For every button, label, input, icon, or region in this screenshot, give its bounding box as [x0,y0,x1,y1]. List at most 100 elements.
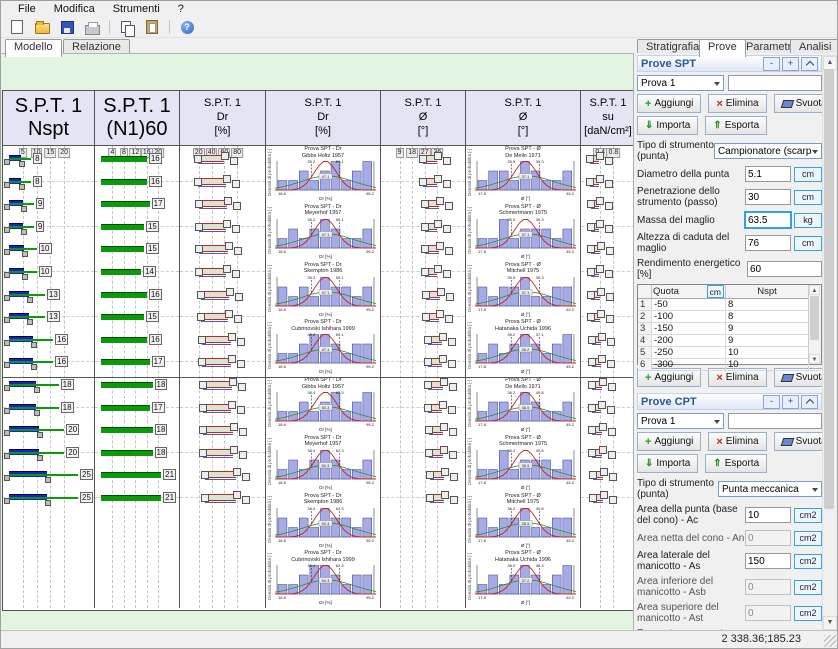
range-underline [593,502,603,503]
cpt-aggiungi-button[interactable]: +Aggiungi [637,432,701,451]
table-cell[interactable]: 9 [726,323,809,334]
svg-text:35.2: 35.2 [307,217,316,222]
range-marker [226,288,234,296]
help-button[interactable]: ? [176,18,198,37]
group-minus-button[interactable]: - [763,395,780,409]
svg-text:62.3: 62.3 [336,390,345,395]
range-marker [605,270,613,278]
range-underline [199,231,226,232]
spt-esporta-button[interactable]: ⇑Esporta [705,116,767,135]
spt-prova-name-input[interactable] [728,75,822,91]
paste-button[interactable] [141,18,163,37]
table-cell[interactable]: -200 [652,335,726,346]
chart-column-header: S.P.T. 1Dr[%] [180,91,265,146]
table-cell[interactable]: -150 [652,323,726,334]
spt-tipo-select[interactable]: Campionatore (scarpa ta [714,143,822,159]
nspt-line [9,339,53,341]
svg-text:36.2: 36.2 [507,448,516,453]
svg-text:38.3: 38.3 [536,563,545,568]
range-marker [239,428,247,436]
prove-cpt-header[interactable]: Prove CPT - + [637,393,822,410]
range-underline [428,366,442,367]
altezza-caduta-input[interactable] [745,235,791,251]
spt-aggiungi-button[interactable]: +Aggiungi [637,94,701,113]
group-collapse-button[interactable] [801,395,818,409]
cpt-importa-button[interactable]: ⇓Importa [637,454,698,473]
spt-prova-select[interactable]: Prova 1 [637,75,724,91]
cpt-elimina-button[interactable]: ×Elimina [708,432,766,451]
rendimento-input[interactable] [747,261,822,277]
range-underline [429,434,443,435]
panel-scrollbar[interactable]: ▲ ▼ [822,55,838,631]
table-cell[interactable]: 9 [726,335,809,346]
spt-table-scrollbar[interactable]: ▲ ▼ [808,285,821,364]
spt-elimina-button[interactable]: ×Elimina [708,94,766,113]
diametro-punta-input[interactable] [745,166,791,182]
tab-prove[interactable]: Prove [699,39,746,57]
table-cell[interactable]: 8 [726,299,809,310]
table-cell[interactable]: -250 [652,347,726,358]
menu-file[interactable]: File [9,2,45,16]
distribution-plot-svg: 35.259.147.118.695.2Dr [%] [275,217,376,259]
field-label: Tipo di strumento (punta) [637,478,718,500]
svg-text:47.1: 47.1 [322,289,331,294]
svg-text:18.6: 18.6 [278,480,287,485]
scroll-up-icon[interactable]: ▲ [823,56,837,70]
axis-tick-label: 18 [406,148,418,158]
table-cell[interactable]: 8 [726,311,809,322]
penetrazione-input[interactable] [745,189,791,205]
range-marker [242,473,250,481]
print-button[interactable] [81,18,103,37]
range-marker [608,451,616,459]
massa-maglio-input[interactable] [745,212,791,228]
group-minus-button[interactable]: - [763,57,780,71]
svg-text:18.6: 18.6 [278,538,287,543]
svg-text:50.3: 50.3 [322,405,331,410]
range-marker [606,293,614,301]
scroll-up-icon[interactable]: ▲ [809,285,820,295]
svg-text:37.1: 37.1 [522,174,531,179]
area-punta-input[interactable] [745,507,791,523]
depth-marker [4,204,10,210]
cpt-prova-select[interactable]: Prova 1 [637,413,724,429]
svg-text:95.2: 95.2 [366,191,375,196]
copy-button[interactable] [116,18,138,37]
menu-help[interactable]: ? [169,2,193,16]
distribution-plot-svg: 38.462.350.318.695.2Dr [%] [275,506,376,548]
svg-text:45.2: 45.2 [566,307,575,312]
bar-value-label: 10 [39,266,52,277]
group-plus-button[interactable]: + [782,57,799,71]
table-cell[interactable]: 10 [726,347,809,358]
table-cell[interactable]: -100 [652,311,726,322]
cpt-prova-name-input[interactable] [728,413,822,429]
field-label: Area netta del cono - An [637,533,745,544]
tab-modello[interactable]: Modello [5,39,62,57]
range-underline [198,163,225,164]
distribution-plot-svg: 38.462.350.318.695.2Dr [%] [275,563,376,605]
table-cell[interactable]: -50 [652,299,726,310]
plus-icon: + [645,437,651,447]
resize-grip[interactable] [824,635,836,647]
group-plus-button[interactable]: + [782,395,799,409]
area-laterale-input[interactable] [745,553,791,569]
table-cell[interactable]: -300 [652,359,726,370]
range-underline [425,231,438,232]
menu-modifica[interactable]: Modifica [45,2,104,16]
save-button[interactable] [56,18,78,37]
nspt-line [9,384,59,386]
prove-spt-header[interactable]: Prove SPT - + [637,55,822,72]
range-marker [609,496,617,504]
spt-importa-button[interactable]: ⇓Importa [637,116,698,135]
menu-strumenti[interactable]: Strumenti [104,2,169,16]
group-collapse-button[interactable] [801,57,818,71]
cpt-esporta-button[interactable]: ⇑Esporta [705,454,767,473]
scroll-down-icon[interactable]: ▼ [809,354,820,364]
scroll-down-icon[interactable]: ▼ [823,616,837,630]
new-document-button[interactable] [6,18,28,37]
bar-value-label: 16 [149,289,162,300]
open-button[interactable] [31,18,53,37]
range-marker [605,157,613,165]
table-cell[interactable]: 10 [726,359,809,370]
cpt-tipo-select[interactable]: Punta meccanica [718,481,822,497]
save-icon [61,21,74,34]
